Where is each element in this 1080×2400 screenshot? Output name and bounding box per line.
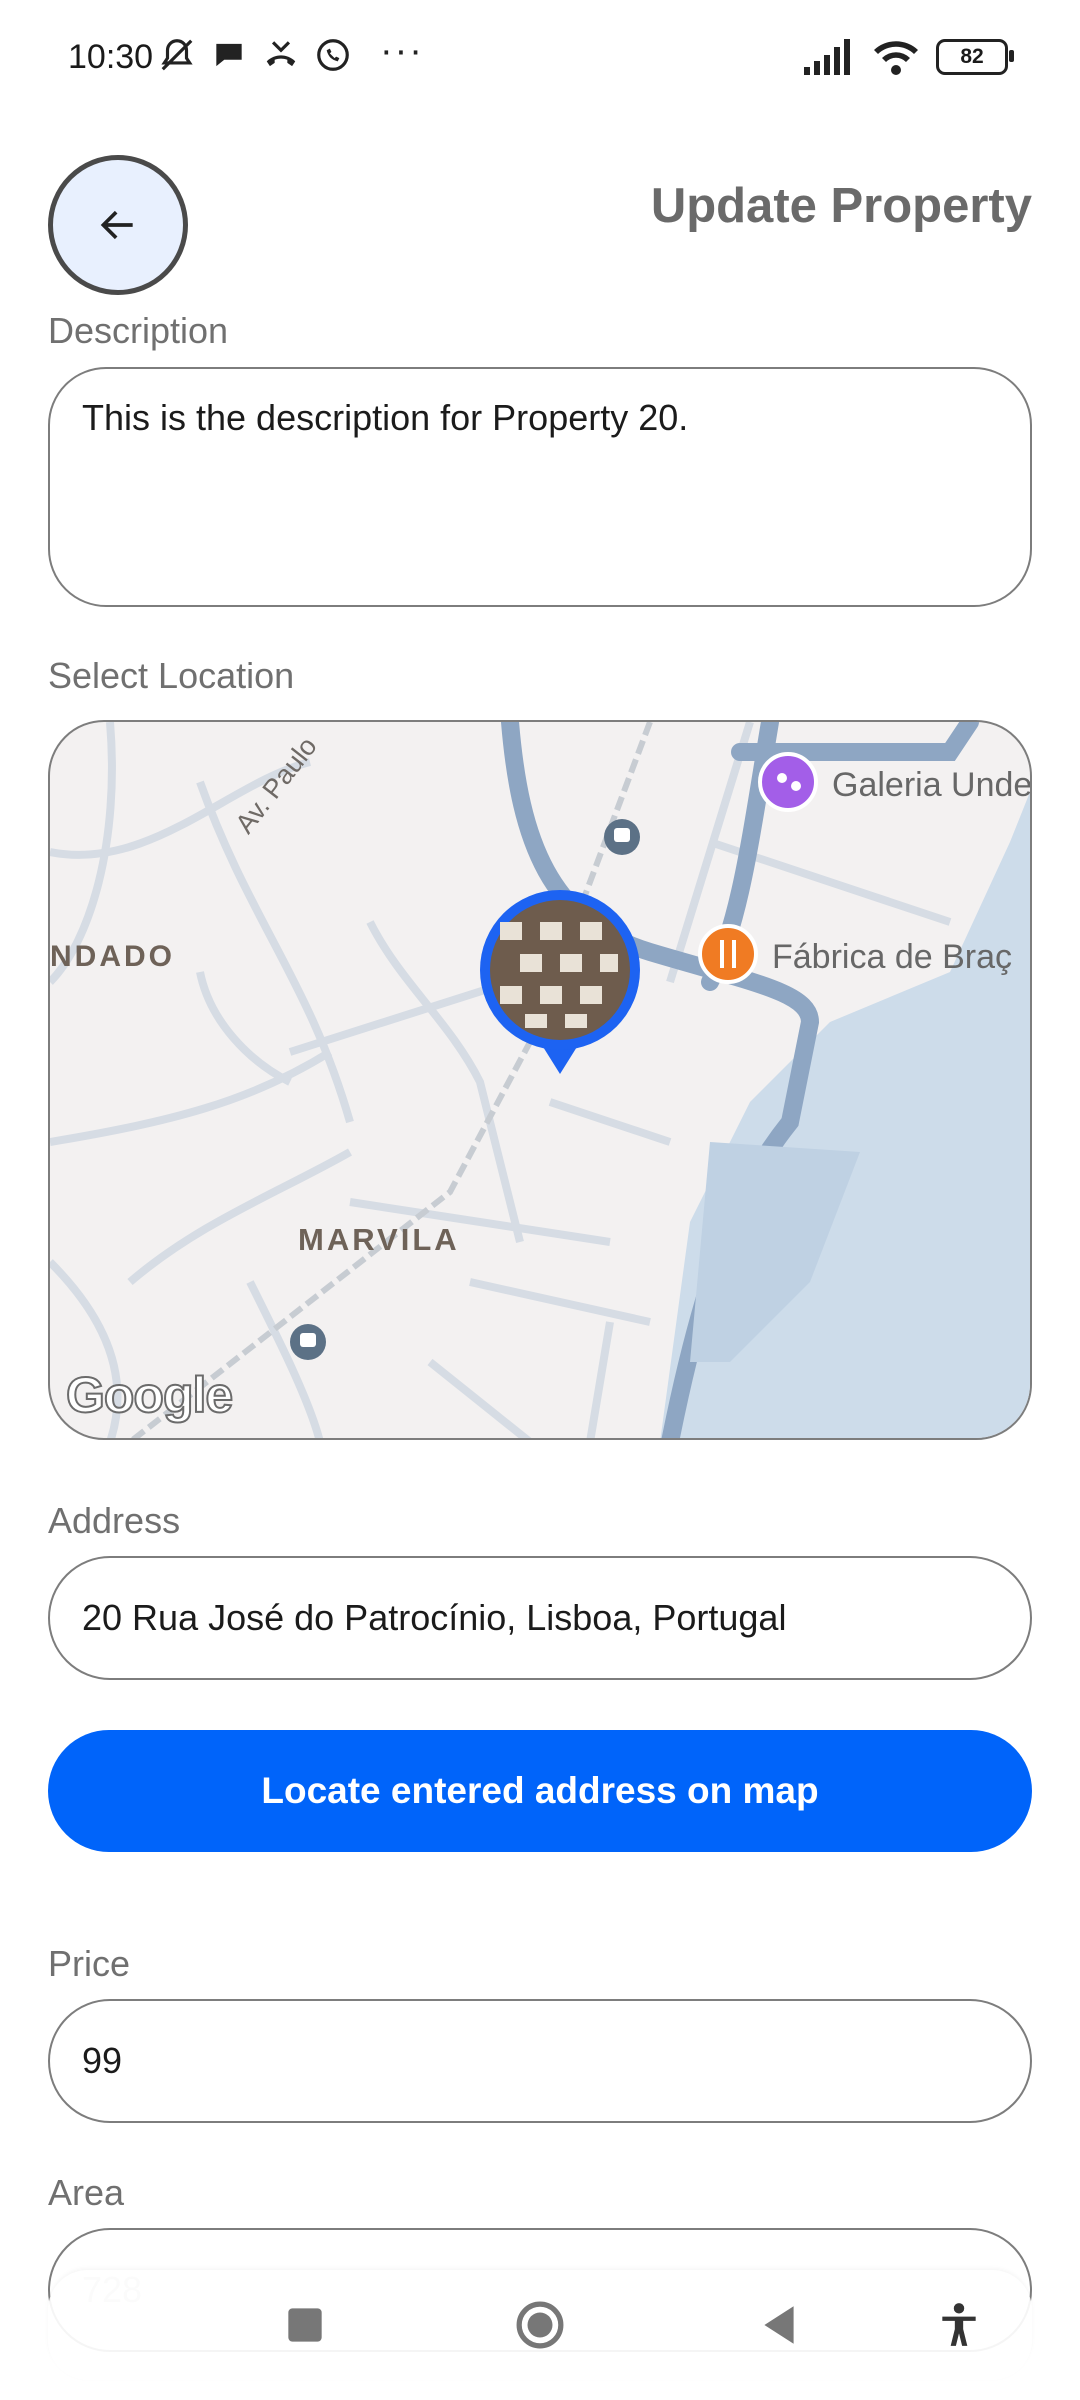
- signal-icon: [804, 39, 850, 75]
- back-button[interactable]: [48, 155, 188, 295]
- missed-call-icon: [266, 41, 296, 67]
- more-notifications-icon: ···: [380, 30, 424, 72]
- address-field[interactable]: 20 Rua José do Patrocínio, Lisboa, Portu…: [48, 1556, 1032, 1680]
- page-title: Update Property: [650, 179, 1032, 233]
- description-label: Description: [48, 310, 229, 351]
- train-station-icon: [604, 819, 640, 855]
- price-field[interactable]: 99: [48, 1999, 1032, 2123]
- area-label: Area: [48, 2172, 125, 2213]
- chat-bubble-icon: [216, 43, 242, 67]
- arrow-left-icon: [100, 210, 133, 240]
- status-bar: 10:30 ··· 82: [0, 0, 1080, 120]
- accessibility-icon[interactable]: [934, 2300, 984, 2350]
- whatsapp-icon: [317, 39, 349, 71]
- system-navigation-bar: [48, 2270, 1032, 2380]
- map-label-marvila: MARVILA: [298, 1222, 460, 1257]
- map-label-gallery: Galeria Unde: [832, 766, 1032, 804]
- mute-bell-icon: [161, 39, 193, 71]
- address-label: Address: [48, 1500, 181, 1541]
- price-value: 99: [82, 2040, 123, 2081]
- battery-icon: 82: [936, 39, 1014, 75]
- map-label-district: NDADO: [50, 940, 175, 973]
- status-time: 10:30: [68, 38, 154, 76]
- gallery-poi-icon: [758, 752, 818, 812]
- status-system-icons: 82: [804, 38, 1014, 76]
- train-station-icon: [290, 1324, 326, 1360]
- select-location-label: Select Location: [48, 655, 295, 696]
- map-label-factory: Fábrica de Braç: [772, 938, 1012, 976]
- wifi-icon: [874, 41, 918, 75]
- back-triangle-icon[interactable]: [754, 2300, 804, 2350]
- address-value: 20 Rua José do Patrocínio, Lisboa, Portu…: [82, 1597, 787, 1638]
- google-logo: Google: [65, 1366, 234, 1424]
- property-location-pin[interactable]: [480, 890, 640, 1074]
- home-circle-icon[interactable]: [515, 2300, 565, 2350]
- description-value: This is the description for Property 20.: [82, 397, 689, 438]
- description-field[interactable]: This is the description for Property 20.: [48, 367, 1032, 607]
- price-label: Price: [48, 1943, 131, 1984]
- status-notification-icons: [158, 36, 352, 74]
- location-map[interactable]: Av. Paulo NDADO MARVILA Galeria Unde Fáb…: [48, 720, 1032, 1440]
- recents-square-icon[interactable]: [280, 2300, 330, 2350]
- restaurant-poi-icon: [698, 924, 758, 984]
- locate-address-button[interactable]: Locate entered address on map: [48, 1730, 1032, 1852]
